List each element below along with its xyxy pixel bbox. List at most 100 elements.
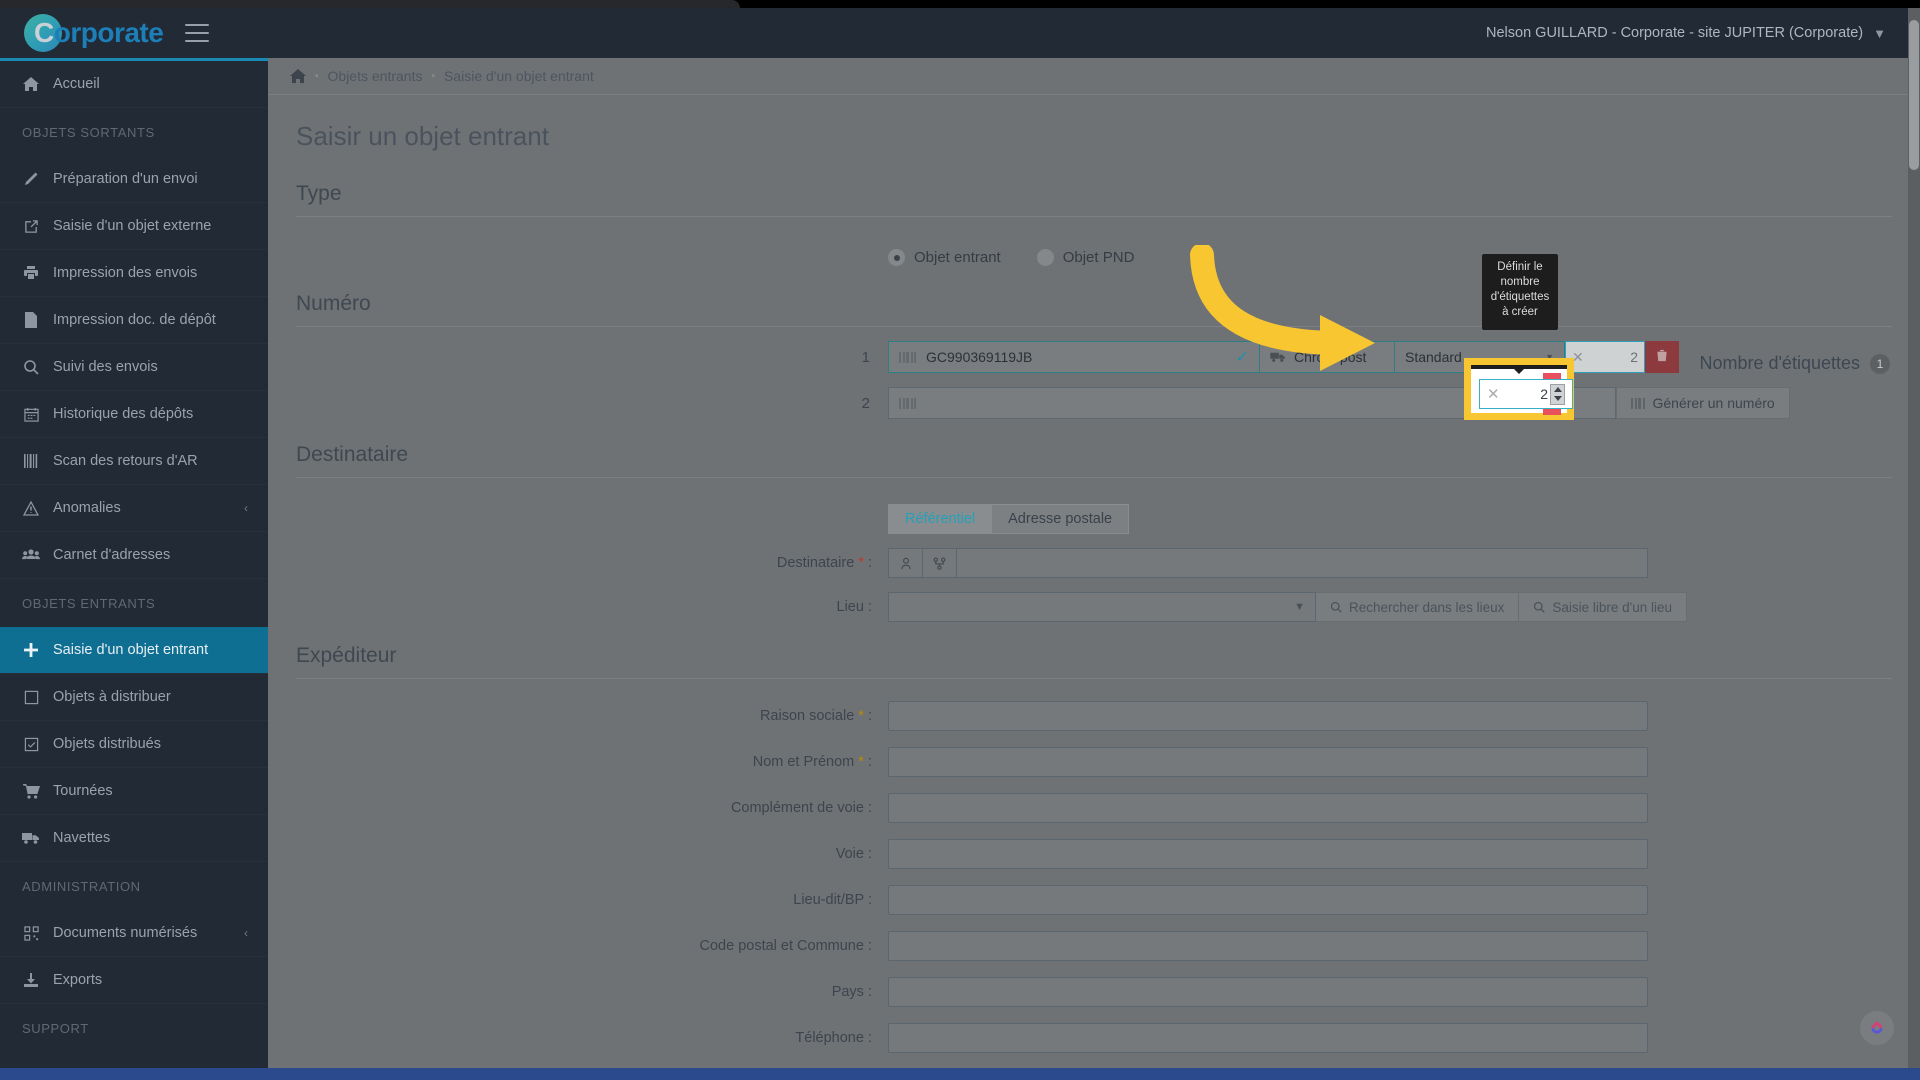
tab-adresse-postale[interactable]: Adresse postale — [992, 504, 1130, 534]
sidebar-item-exports[interactable]: Exports — [0, 957, 268, 1004]
lieu-dit-bp-input[interactable] — [888, 885, 1648, 915]
label-text: Complément de voie — [730, 800, 864, 816]
sidebar-item-documents-numerises[interactable]: Documents numérisés ‹ — [0, 910, 268, 957]
delete-row-button-1[interactable] — [1645, 341, 1679, 373]
section-divider — [296, 678, 1892, 679]
os-taskbar — [0, 1068, 1920, 1080]
radio-objet-pnd[interactable]: Objet PND — [1036, 249, 1135, 266]
brand-logo[interactable]: Corporate — [0, 8, 268, 58]
carrier-select-1[interactable]: Chronopost — [1260, 341, 1395, 373]
radio-objet-entrant[interactable]: Objet entrant — [888, 249, 1001, 266]
label-text: Destinataire — [776, 555, 855, 571]
breadcrumb: • Objets entrants • Saisie d'un objet en… — [268, 58, 1920, 95]
tab-referentiel[interactable]: Référentiel — [888, 504, 993, 534]
sidebar-item-saisie-objet-externe[interactable]: Saisie d'un objet externe — [0, 203, 268, 250]
org-chart-icon[interactable] — [923, 549, 957, 577]
rechercher-dans-les-lieux-button[interactable]: Rechercher dans les lieux — [1316, 592, 1520, 622]
breadcrumb-item-objets-entrants[interactable]: Objets entrants — [328, 68, 423, 84]
sidebar-item-objets-distribues[interactable]: Objets distribués — [0, 721, 268, 768]
label-text: Lieu — [836, 599, 864, 615]
sidebar[interactable]: Accueil OBJETS SORTANTS Préparation d'un… — [0, 58, 268, 1070]
sidebar-item-anomalies[interactable]: Anomalies ‹ — [0, 485, 268, 532]
field-label-lieu: Lieu : — [836, 599, 872, 615]
quantity-value: 2 — [1540, 386, 1548, 402]
field-row-complement-voie: Complément de voie : — [268, 793, 1920, 823]
chevron-down-icon: ▼ — [1294, 601, 1305, 613]
sidebar-item-label: Exports — [53, 972, 103, 988]
clear-icon[interactable]: ✕ — [1487, 385, 1500, 403]
field-row-lieu: Lieu : ▼ Rechercher dans les lieux Saisi… — [268, 592, 1920, 622]
type-radio-group[interactable]: Objet entrant Objet PND — [888, 249, 1920, 266]
label-text: Lieu-dit/BP — [793, 892, 864, 908]
destinataire-input[interactable] — [888, 548, 1648, 578]
sidebar-item-historique-depots[interactable]: Historique des dépôts — [0, 391, 268, 438]
sidebar-item-tournees[interactable]: Tournées — [0, 768, 268, 815]
sidebar-item-label: Carnet d'adresses — [53, 547, 171, 563]
section-expediteur-heading: Expéditeur — [296, 644, 397, 667]
sidebar-item-objets-a-distribuer[interactable]: Objets à distribuer — [0, 674, 268, 721]
sidebar-item-scan-retours-ar[interactable]: Scan des retours d'AR — [0, 438, 268, 485]
sidebar-group-administration: ADMINISTRATION — [22, 878, 141, 894]
nom-prenom-input[interactable] — [888, 747, 1648, 777]
sidebar-item-navettes[interactable]: Navettes — [0, 815, 268, 862]
document-icon — [22, 312, 40, 328]
scroll-to-top-button[interactable] — [1860, 1011, 1894, 1045]
row-index: 2 — [861, 394, 870, 412]
sidebar-item-carnet-adresses[interactable]: Carnet d'adresses — [0, 532, 268, 579]
row-index: 1 — [861, 348, 870, 366]
field-label-raison-sociale: Raison sociale * : — [759, 708, 872, 724]
required-asterisk: * — [854, 754, 864, 770]
radio-label: Objet PND — [1062, 249, 1135, 266]
sidebar-item-impression-envois[interactable]: Impression des envois — [0, 250, 268, 297]
cart-icon — [22, 783, 40, 799]
code-postal-commune-input[interactable] — [888, 931, 1648, 961]
sidebar-item-label: Historique des dépôts — [53, 406, 194, 422]
user-menu[interactable]: Nelson GUILLARD - Corporate - site JUPIT… — [1486, 25, 1920, 41]
main-content: • Objets entrants • Saisie d'un objet en… — [268, 58, 1920, 1070]
home-icon[interactable] — [290, 68, 306, 84]
label-text: Code postal et Commune — [699, 938, 864, 954]
pays-input[interactable] — [888, 977, 1648, 1007]
scrollbar-thumb[interactable] — [1909, 20, 1919, 170]
hamburger-icon[interactable] — [185, 24, 210, 42]
destinataire-tabs[interactable]: Référentiel Adresse postale — [888, 504, 1920, 534]
sidebar-group-objets-entrants: OBJETS ENTRANTS — [22, 595, 156, 611]
generate-number-label: Générer un numéro — [1652, 395, 1775, 411]
sidebar-item-impression-doc-depot[interactable]: Impression doc. de dépôt — [0, 297, 268, 344]
sidebar-item-suivi-envois[interactable]: Suivi des envois — [0, 344, 268, 391]
required-asterisk: * — [854, 708, 864, 724]
complement-voie-input[interactable] — [888, 793, 1648, 823]
user-icon[interactable] — [889, 549, 923, 577]
stepper-arrows-icon[interactable] — [1550, 383, 1565, 405]
numero-row-1: 1 GC990369119JB ✓ Chronopost Standard ▼ … — [268, 341, 1920, 373]
chevron-down-icon: ▼ — [1873, 25, 1886, 41]
section-divider — [296, 216, 1892, 217]
sidebar-item-preparation-envoi[interactable]: Préparation d'un envoi — [0, 156, 268, 203]
app-header: Corporate Nelson GUILLARD - Corporate - … — [0, 8, 1920, 58]
field-row-destinataire: Destinataire * : — [268, 548, 1920, 578]
field-label-lieu-dit-bp: Lieu-dit/BP : — [793, 892, 872, 908]
breadcrumb-item-saisie-objet-entrant[interactable]: Saisie d'un objet entrant — [444, 68, 594, 84]
section-destinataire-heading: Destinataire — [296, 443, 409, 466]
field-row-code-postal-commune: Code postal et Commune : — [268, 931, 1920, 961]
search-icon — [22, 359, 40, 375]
user-label: Nelson GUILLARD - Corporate - site JUPIT… — [1486, 25, 1864, 41]
saisie-libre-lieu-button[interactable]: Saisie libre d'un lieu — [1519, 592, 1687, 622]
button-label: Saisie libre d'un lieu — [1552, 599, 1672, 615]
quantity-stepper[interactable]: ✕ 2 — [1479, 379, 1573, 409]
nombre-etiquettes-text: Nombre d'étiquettes — [1699, 353, 1860, 373]
voie-input[interactable] — [888, 839, 1648, 869]
telephone-input[interactable] — [888, 1023, 1648, 1053]
generate-number-button[interactable]: Générer un numéro — [1616, 387, 1790, 419]
section-type-heading: Type — [296, 182, 342, 205]
barcode-icon — [899, 397, 916, 409]
numero-input-1[interactable]: GC990369119JB ✓ — [888, 341, 1260, 373]
check-square-icon — [22, 737, 40, 752]
quantity-stepper-placeholder[interactable]: ✕ 2 — [1565, 341, 1645, 373]
raison-sociale-input[interactable] — [888, 701, 1648, 731]
page-scrollbar[interactable] — [1908, 8, 1920, 1068]
lieu-select[interactable]: ▼ — [888, 592, 1316, 622]
section-numero-heading: Numéro — [296, 292, 371, 315]
sidebar-item-saisie-objet-entrant[interactable]: Saisie d'un objet entrant — [0, 627, 268, 674]
sidebar-item-accueil[interactable]: Accueil — [0, 61, 268, 108]
